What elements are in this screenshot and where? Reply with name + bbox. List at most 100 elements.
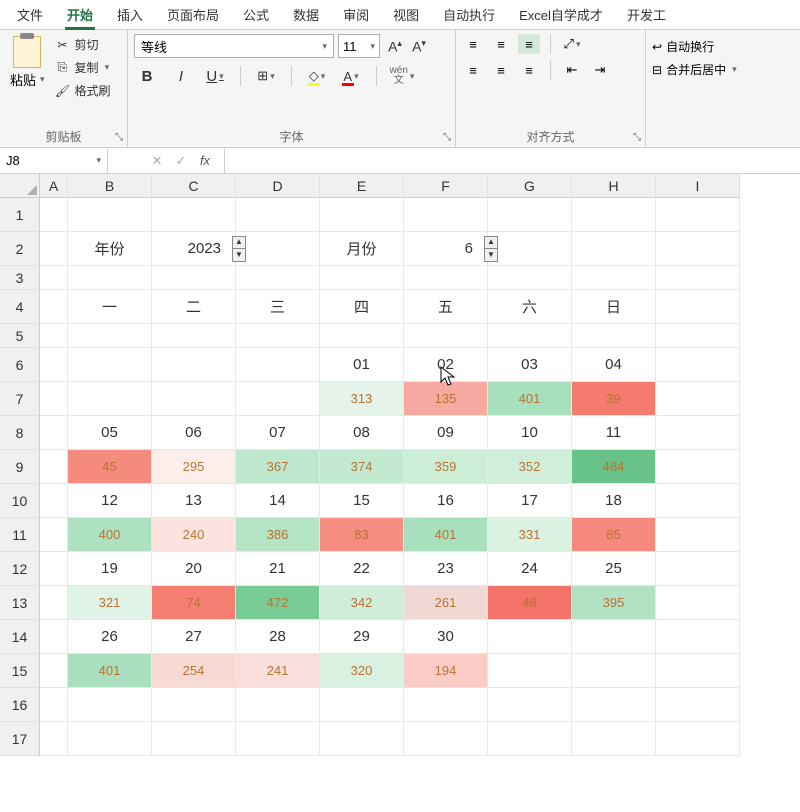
tab-home[interactable]: 开始 xyxy=(55,0,105,29)
col-header-I[interactable]: I xyxy=(656,174,740,198)
cell[interactable]: 401 xyxy=(404,518,488,552)
cell[interactable] xyxy=(572,266,656,290)
cell[interactable]: 月份 xyxy=(320,232,404,266)
cell[interactable] xyxy=(40,586,68,620)
cell[interactable] xyxy=(40,688,68,722)
cell[interactable] xyxy=(656,232,740,266)
chevron-down-icon[interactable]: ▾ xyxy=(105,62,110,73)
font-name-select[interactable]: 等线▾ xyxy=(134,34,334,58)
cell[interactable] xyxy=(656,382,740,416)
cell[interactable]: 6 xyxy=(404,232,488,266)
cell[interactable]: 400 xyxy=(68,518,152,552)
cell[interactable]: 30 xyxy=(404,620,488,654)
cell[interactable]: 2023 xyxy=(152,232,236,266)
select-all-corner[interactable] xyxy=(0,174,40,198)
cell[interactable] xyxy=(40,290,68,324)
spinner-up[interactable]: ▲ xyxy=(485,237,497,249)
cell[interactable] xyxy=(152,688,236,722)
cell[interactable]: 年份 xyxy=(68,232,152,266)
cell[interactable] xyxy=(40,450,68,484)
cell[interactable] xyxy=(572,620,656,654)
cell[interactable] xyxy=(68,382,152,416)
indent-dec-button[interactable]: ⇤ xyxy=(561,60,583,80)
align-left-button[interactable]: ≡ xyxy=(462,60,484,80)
cell[interactable]: 23 xyxy=(404,552,488,586)
tab-file[interactable]: 文件 xyxy=(5,0,55,29)
tab-review[interactable]: 审阅 xyxy=(331,0,381,29)
cell[interactable]: 194 xyxy=(404,654,488,688)
bold-button[interactable]: B xyxy=(134,64,160,88)
tab-view[interactable]: 视图 xyxy=(381,0,431,29)
cell[interactable] xyxy=(152,348,236,382)
cell[interactable]: 06 xyxy=(152,416,236,450)
cell[interactable] xyxy=(236,324,320,348)
cell[interactable]: 07 xyxy=(236,416,320,450)
row-header-14[interactable]: 14 xyxy=(0,620,40,654)
font-color-button[interactable]: A▾ xyxy=(338,64,364,88)
cell[interactable] xyxy=(236,198,320,232)
cell[interactable] xyxy=(656,290,740,324)
row-header-5[interactable]: 5 xyxy=(0,324,40,348)
cell[interactable] xyxy=(404,722,488,756)
cell[interactable]: 352 xyxy=(488,450,572,484)
cell[interactable]: 135 xyxy=(404,382,488,416)
tab-custom[interactable]: Excel自学成才 xyxy=(507,0,615,29)
cell[interactable] xyxy=(572,688,656,722)
cell[interactable]: 342 xyxy=(320,586,404,620)
cell[interactable]: 13 xyxy=(152,484,236,518)
cell[interactable] xyxy=(656,348,740,382)
cell[interactable]: 20 xyxy=(152,552,236,586)
cell[interactable] xyxy=(488,266,572,290)
cell[interactable]: ▲▼ xyxy=(488,232,572,266)
cell[interactable] xyxy=(656,552,740,586)
cell[interactable]: 48 xyxy=(488,586,572,620)
cell[interactable] xyxy=(40,722,68,756)
cell[interactable]: 295 xyxy=(152,450,236,484)
dialog-launcher-icon[interactable]: ⤡ xyxy=(633,132,641,143)
cell[interactable] xyxy=(68,324,152,348)
insert-function-button[interactable]: fx xyxy=(196,153,214,168)
spinner-up[interactable]: ▲ xyxy=(233,237,245,249)
cell[interactable]: 18 xyxy=(572,484,656,518)
cancel-button[interactable]: ✕ xyxy=(148,153,166,169)
cell[interactable]: 367 xyxy=(236,450,320,484)
cell[interactable] xyxy=(488,324,572,348)
cell[interactable] xyxy=(320,198,404,232)
paste-button[interactable]: 粘贴▾ xyxy=(6,34,49,101)
cell[interactable] xyxy=(40,324,68,348)
cell[interactable] xyxy=(40,382,68,416)
cell[interactable]: 一 xyxy=(68,290,152,324)
orientation-button[interactable]: ⤢▾ xyxy=(561,34,583,54)
row-header-7[interactable]: 7 xyxy=(0,382,40,416)
cell[interactable] xyxy=(656,654,740,688)
cell[interactable] xyxy=(656,722,740,756)
cell[interactable]: 三 xyxy=(236,290,320,324)
cell[interactable]: 331 xyxy=(488,518,572,552)
col-header-D[interactable]: D xyxy=(236,174,320,198)
cell[interactable] xyxy=(152,324,236,348)
cell[interactable] xyxy=(404,324,488,348)
cell[interactable] xyxy=(236,382,320,416)
cell[interactable]: 484 xyxy=(572,450,656,484)
fill-color-button[interactable]: ◇▾ xyxy=(304,64,330,88)
col-header-A[interactable]: A xyxy=(40,174,68,198)
cell[interactable] xyxy=(68,688,152,722)
cell[interactable]: 09 xyxy=(404,416,488,450)
cell[interactable] xyxy=(40,620,68,654)
cell[interactable]: 08 xyxy=(320,416,404,450)
cell[interactable] xyxy=(656,688,740,722)
cell[interactable] xyxy=(68,198,152,232)
cell[interactable] xyxy=(40,654,68,688)
align-bot-button[interactable]: ≡ xyxy=(518,34,540,54)
row-header-11[interactable]: 11 xyxy=(0,518,40,552)
cell[interactable]: 11 xyxy=(572,416,656,450)
cell[interactable] xyxy=(488,722,572,756)
cell[interactable] xyxy=(572,232,656,266)
cell[interactable] xyxy=(68,266,152,290)
cell[interactable] xyxy=(320,266,404,290)
cell[interactable]: 374 xyxy=(320,450,404,484)
cell[interactable]: 15 xyxy=(320,484,404,518)
cell[interactable] xyxy=(236,722,320,756)
tab-layout[interactable]: 页面布局 xyxy=(155,0,231,29)
spinner[interactable]: ▲▼ xyxy=(484,236,498,262)
